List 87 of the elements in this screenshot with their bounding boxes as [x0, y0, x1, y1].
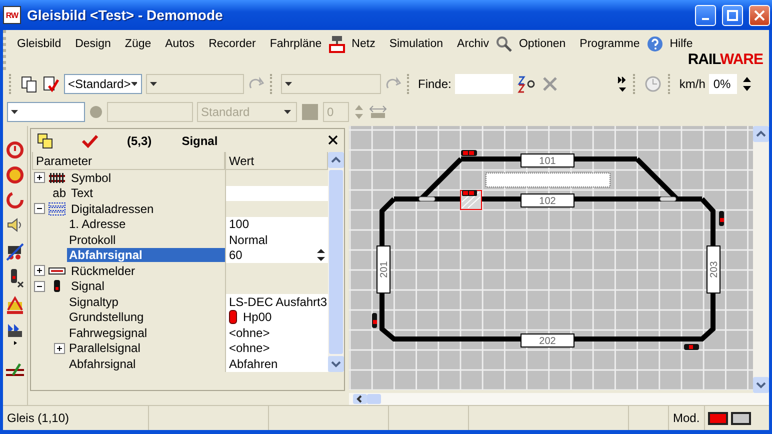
copy-icon[interactable]	[20, 75, 38, 93]
signal-icon[interactable]	[684, 344, 699, 350]
menu-item[interactable]: Optionen	[512, 35, 573, 53]
minimize-icon	[702, 18, 709, 20]
speed-unit-label: km/h	[679, 77, 706, 91]
value-cell: 100	[225, 216, 328, 232]
checkmark-icon[interactable]	[81, 132, 99, 148]
network-icon[interactable]	[328, 35, 345, 53]
expand-icon[interactable]	[34, 172, 45, 184]
menu-item[interactable]: Archiv	[450, 35, 496, 53]
mode-label: Mod.	[673, 411, 700, 425]
window-title: Gleisbild <Test> - Demomode	[27, 7, 224, 23]
refresh-icon[interactable]	[5, 140, 25, 160]
menu-item[interactable]: Design	[68, 35, 118, 53]
scroll-down-icon[interactable]	[753, 377, 769, 393]
scroll-left-icon[interactable]	[353, 394, 367, 404]
parameter-label[interactable]: Text	[69, 186, 225, 200]
block-label[interactable]: 201	[376, 246, 390, 294]
aspect-text: Hp00	[243, 310, 272, 324]
find-label: Finde:	[418, 77, 452, 91]
value-spin-field[interactable]: 60	[225, 248, 328, 263]
panel-title: Signal	[182, 134, 218, 148]
close-icon	[754, 10, 765, 20]
column-header[interactable]: Wert	[225, 152, 328, 170]
horizontal-scrollbar[interactable]	[349, 393, 769, 405]
expand-icon[interactable]	[54, 342, 65, 354]
binary-icon	[48, 202, 66, 216]
switch-marker[interactable]	[660, 196, 676, 202]
mode-button[interactable]	[708, 412, 728, 424]
dropdown-arrow-icon[interactable]	[11, 110, 19, 114]
minimize-button[interactable]	[695, 4, 716, 26]
expand-icon[interactable]	[34, 265, 45, 276]
block-label[interactable]: 202	[520, 334, 574, 348]
spin-arrows-icon[interactable]	[741, 75, 754, 93]
menu-item[interactable]: Recorder	[202, 35, 263, 53]
menu-item[interactable]: Netz	[344, 35, 382, 53]
signal-icon[interactable]	[719, 211, 724, 226]
refresh-icon[interactable]	[5, 190, 25, 210]
scroll-up-icon[interactable]	[328, 152, 344, 168]
text-type-icon: ab	[48, 186, 66, 200]
cell-position: (5,3)	[127, 134, 152, 148]
collapse-icon[interactable]	[34, 280, 45, 292]
menu-item[interactable]: Gleisbild	[10, 35, 68, 53]
railware-logo: RAILWARE	[688, 51, 764, 68]
signal-icon[interactable]	[461, 150, 477, 156]
switch-marker[interactable]	[418, 196, 436, 202]
empty-label-box[interactable]	[486, 172, 610, 188]
menu-item[interactable]: Autos	[158, 35, 202, 53]
dropdown-arrow-icon[interactable]	[130, 82, 137, 86]
signal-icon	[229, 310, 237, 324]
signal-icon[interactable]	[462, 190, 477, 196]
find-field[interactable]	[455, 74, 514, 94]
grid-icon[interactable]	[37, 132, 53, 148]
collapse-icon[interactable]	[34, 203, 45, 214]
scroll-thumb-icon[interactable]	[367, 394, 381, 404]
document-check-icon[interactable]	[42, 75, 60, 93]
search-icon[interactable]	[496, 36, 512, 52]
block-label[interactable]: 101	[520, 154, 574, 168]
block-label[interactable]: 102	[520, 194, 574, 208]
menu-item[interactable]: Züge	[118, 35, 158, 53]
sensor-icon	[48, 266, 66, 276]
scroll-down-icon[interactable]	[328, 356, 344, 372]
signal-icon[interactable]	[372, 313, 377, 328]
status-text: Gleis (1,10)	[7, 411, 70, 425]
menu-item[interactable]: Simulation	[382, 35, 450, 53]
refresh-icon[interactable]	[5, 165, 25, 185]
mode-button[interactable]	[730, 412, 751, 424]
menu-item[interactable]: Programme	[572, 35, 647, 53]
sort-alpha-icon[interactable]	[517, 75, 538, 93]
help-icon[interactable]	[646, 36, 663, 52]
column-header[interactable]: Parameter	[32, 152, 225, 170]
app-icon: RW	[3, 6, 21, 24]
vertical-scrollbar[interactable]	[753, 126, 769, 393]
block-label[interactable]: 203	[706, 246, 720, 294]
value-cell: LS-DEC Ausfahrt3	[225, 294, 328, 310]
scroll-up-icon[interactable]	[753, 126, 769, 142]
dropdown[interactable]: <Standard>	[64, 74, 142, 94]
vertical-scrollbar[interactable]	[328, 152, 344, 372]
maximize-icon	[727, 10, 738, 20]
text-value-field[interactable]	[225, 186, 328, 201]
menu-item[interactable]: Fahrpläne	[262, 35, 329, 53]
chevron-icon[interactable]	[617, 75, 628, 93]
parameter-label[interactable]: Abfahrsignal	[67, 248, 225, 262]
close-icon	[328, 134, 338, 144]
menu-item[interactable]: Hilfe	[662, 35, 700, 53]
speed-field[interactable]: 0%	[709, 74, 738, 94]
maximize-button[interactable]	[722, 4, 743, 26]
